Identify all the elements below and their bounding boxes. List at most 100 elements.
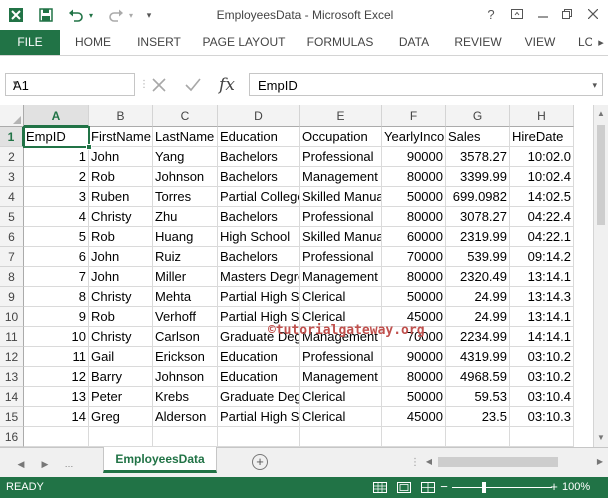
cell-c1[interactable]: LastName <box>153 127 218 147</box>
cell-g12[interactable]: 4319.99 <box>446 347 510 367</box>
cell-c9[interactable]: Mehta <box>153 287 218 307</box>
redo-dropdown-icon[interactable]: ▾ <box>126 5 136 25</box>
cell-a10[interactable]: 9 <box>24 307 89 327</box>
name-box[interactable]: A1 ▾ <box>5 73 135 96</box>
column-header-b[interactable]: B <box>89 105 153 127</box>
cell-g16[interactable] <box>446 427 510 447</box>
row-header-6[interactable]: 6 <box>0 227 24 247</box>
cell-d8[interactable]: Masters Degree <box>218 267 300 287</box>
row-header-5[interactable]: 5 <box>0 207 24 227</box>
cell-d13[interactable]: Education <box>218 367 300 387</box>
cell-b9[interactable]: Christy <box>89 287 153 307</box>
row-header-16[interactable]: 16 <box>0 427 24 447</box>
zoom-level[interactable]: 100% <box>562 481 590 493</box>
cell-d16[interactable] <box>218 427 300 447</box>
cell-h1[interactable]: HireDate <box>510 127 574 147</box>
cell-c6[interactable]: Huang <box>153 227 218 247</box>
help-icon[interactable]: ? <box>480 4 502 24</box>
cell-f6[interactable]: 60000 <box>382 227 446 247</box>
cell-f4[interactable]: 50000 <box>382 187 446 207</box>
row-header-4[interactable]: 4 <box>0 187 24 207</box>
undo-icon[interactable] <box>66 5 86 25</box>
cell-c8[interactable]: Miller <box>153 267 218 287</box>
page-layout-view-icon[interactable] <box>396 481 412 494</box>
cell-c11[interactable]: Carlson <box>153 327 218 347</box>
cell-e4[interactable]: Skilled Manual <box>300 187 382 207</box>
cell-h16[interactable] <box>510 427 574 447</box>
cell-b5[interactable]: Christy <box>89 207 153 227</box>
save-icon[interactable] <box>36 5 56 25</box>
zoom-slider-thumb[interactable] <box>482 482 486 493</box>
cell-f2[interactable]: 90000 <box>382 147 446 167</box>
tab-file[interactable]: FILE <box>0 30 60 55</box>
column-header-c[interactable]: C <box>153 105 218 127</box>
cell-b3[interactable]: Rob <box>89 167 153 187</box>
row-header-10[interactable]: 10 <box>0 307 24 327</box>
scroll-up-icon[interactable]: ▲ <box>594 107 608 121</box>
cell-a4[interactable]: 3 <box>24 187 89 207</box>
cell-e5[interactable]: Professional <box>300 207 382 227</box>
zoom-in-button[interactable]: + <box>548 480 560 494</box>
row-header-15[interactable]: 15 <box>0 407 24 427</box>
cell-f1[interactable]: YearlyIncome <box>382 127 446 147</box>
scroll-down-icon[interactable]: ▼ <box>594 431 608 445</box>
cell-f9[interactable]: 50000 <box>382 287 446 307</box>
cell-e8[interactable]: Management <box>300 267 382 287</box>
cell-d14[interactable]: Graduate Degree <box>218 387 300 407</box>
cell-b13[interactable]: Barry <box>89 367 153 387</box>
zoom-out-button[interactable]: − <box>438 480 450 494</box>
row-header-11[interactable]: 11 <box>0 327 24 347</box>
row-header-1[interactable]: 1 <box>0 127 24 147</box>
column-header-d[interactable]: D <box>218 105 300 127</box>
cell-e3[interactable]: Management <box>300 167 382 187</box>
normal-view-icon[interactable] <box>372 481 388 494</box>
cell-e16[interactable] <box>300 427 382 447</box>
tab-home[interactable]: HOME <box>64 30 122 55</box>
name-box-dropdown-icon[interactable]: ▾ <box>13 78 130 89</box>
cell-d9[interactable]: Partial High School <box>218 287 300 307</box>
row-header-7[interactable]: 7 <box>0 247 24 267</box>
cell-h2[interactable]: 10:02.0 <box>510 147 574 167</box>
cell-g15[interactable]: 23.5 <box>446 407 510 427</box>
cell-a15[interactable]: 14 <box>24 407 89 427</box>
cell-h13[interactable]: 03:10.2 <box>510 367 574 387</box>
cell-c10[interactable]: Verhoff <box>153 307 218 327</box>
cell-a3[interactable]: 2 <box>24 167 89 187</box>
enter-icon[interactable] <box>180 73 206 96</box>
cell-a11[interactable]: 10 <box>24 327 89 347</box>
cell-a8[interactable]: 7 <box>24 267 89 287</box>
cell-f12[interactable]: 90000 <box>382 347 446 367</box>
cell-e6[interactable]: Skilled Manual <box>300 227 382 247</box>
cell-a1[interactable]: EmpID <box>24 127 89 147</box>
cell-h5[interactable]: 04:22.4 <box>510 207 574 227</box>
cell-g4[interactable]: 699.0982 <box>446 187 510 207</box>
cell-a13[interactable]: 12 <box>24 367 89 387</box>
insert-function-icon[interactable]: fx <box>214 73 240 96</box>
cell-a6[interactable]: 5 <box>24 227 89 247</box>
formula-input[interactable]: EmpID ▾ <box>249 73 603 96</box>
redo-icon[interactable] <box>106 5 126 25</box>
cell-a9[interactable]: 8 <box>24 287 89 307</box>
cell-b2[interactable]: John <box>89 147 153 167</box>
cell-f14[interactable]: 50000 <box>382 387 446 407</box>
tab-data[interactable]: DATA <box>388 30 440 55</box>
cell-b14[interactable]: Peter <box>89 387 153 407</box>
cell-h10[interactable]: 13:14.1 <box>510 307 574 327</box>
column-header-e[interactable]: E <box>300 105 382 127</box>
cell-h14[interactable]: 03:10.4 <box>510 387 574 407</box>
cell-b6[interactable]: Rob <box>89 227 153 247</box>
cell-g3[interactable]: 3399.99 <box>446 167 510 187</box>
cell-e14[interactable]: Clerical <box>300 387 382 407</box>
cell-g8[interactable]: 2320.49 <box>446 267 510 287</box>
cell-b8[interactable]: John <box>89 267 153 287</box>
cell-f5[interactable]: 80000 <box>382 207 446 227</box>
minimize-icon[interactable] <box>532 4 554 24</box>
cell-c2[interactable]: Yang <box>153 147 218 167</box>
tab-split-handle[interactable]: ⋮ <box>410 457 420 469</box>
row-header-13[interactable]: 13 <box>0 367 24 387</box>
cell-e9[interactable]: Clerical <box>300 287 382 307</box>
expand-formula-bar-icon[interactable]: ▾ <box>592 80 597 91</box>
row-header-8[interactable]: 8 <box>0 267 24 287</box>
sheet-tab-employeesdata[interactable]: EmployeesData <box>103 447 217 473</box>
worksheet-grid[interactable]: A B C D E F G H 1 EmpID FirstName LastName Education… <box>0 105 608 447</box>
